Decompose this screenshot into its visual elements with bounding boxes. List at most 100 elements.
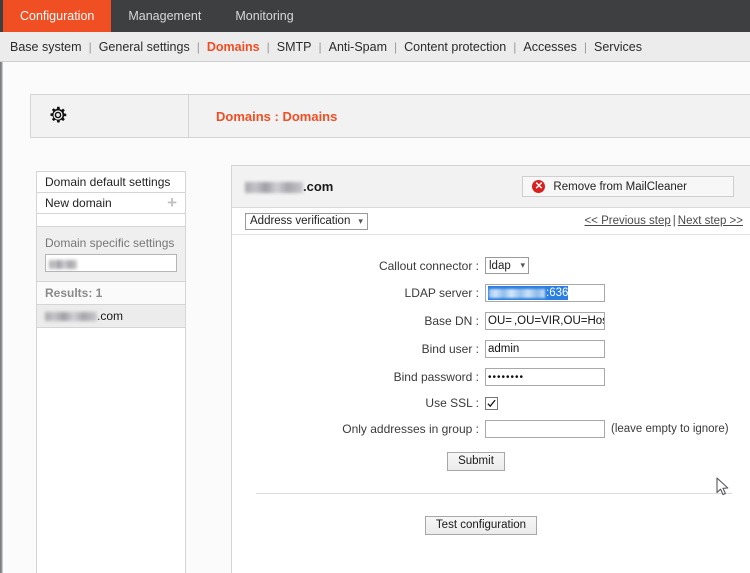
subnav-item-anti-spam[interactable]: Anti-Spam xyxy=(329,40,387,54)
submit-row: Submit xyxy=(202,452,750,471)
base-dn-label: Base DN : xyxy=(424,314,479,328)
bind-user-input[interactable]: admin xyxy=(485,340,605,358)
subnav-item-domains[interactable]: Domains xyxy=(207,40,260,54)
address-verification-form: Callout connector : ldap ▾ LDAP server :… xyxy=(232,235,750,535)
test-configuration-button[interactable]: Test configuration xyxy=(424,516,538,535)
domain-header: .com ✕ Remove from MailCleaner xyxy=(232,166,750,208)
step-select-value: Address verification xyxy=(250,215,351,227)
group-input[interactable] xyxy=(485,420,605,438)
checkmark-icon xyxy=(487,399,496,407)
domain-name-redacted xyxy=(45,312,97,322)
base-dn-prefix: OU= xyxy=(488,315,512,327)
page-header-strip: Domains : Domains xyxy=(30,94,750,138)
chevron-down-icon: ▾ xyxy=(358,215,363,226)
form-row-use-ssl: Use SSL : xyxy=(232,396,750,410)
subnav-separator: | xyxy=(318,39,322,54)
gear-icon xyxy=(47,104,69,129)
sidebar-spacer xyxy=(37,214,185,227)
ldap-server-label: LDAP server : xyxy=(404,286,479,300)
content-panel: .com ✕ Remove from MailCleaner Address v… xyxy=(231,165,750,573)
chevron-down-icon: ▾ xyxy=(520,260,525,270)
next-step-link[interactable]: Next step >> xyxy=(678,215,743,227)
base-dn-input[interactable]: OU= ,OU=VIR,OU=Host xyxy=(485,312,605,330)
subnav-item-accesses[interactable]: Accesses xyxy=(523,40,577,54)
bind-user-control: admin xyxy=(485,340,605,358)
remove-button-label: Remove from MailCleaner xyxy=(553,180,687,193)
callout-connector-label: Callout connector : xyxy=(378,258,479,273)
remove-circle-icon: ✕ xyxy=(532,180,546,193)
bind-user-label: Bind user : xyxy=(421,342,479,356)
subnav-item-general-settings[interactable]: General settings xyxy=(99,40,190,54)
form-row-base-dn: Base DN : OU= ,OU=VIR,OU=Host xyxy=(232,312,750,330)
page-root: Configuration Management Monitoring Base… xyxy=(0,0,750,573)
current-domain-suffix: .com xyxy=(303,179,334,194)
tab-management[interactable]: Management xyxy=(111,0,218,32)
bind-password-input[interactable]: •••••••• xyxy=(485,368,605,386)
domain-search-value-redacted xyxy=(49,260,77,270)
form-row-callout-connector: Callout connector : ldap ▾ xyxy=(232,257,750,274)
remove-from-mailcleaner-button[interactable]: ✕ Remove from MailCleaner xyxy=(522,176,734,197)
subnav-separator: | xyxy=(393,39,398,54)
ldap-server-input[interactable]: :636 xyxy=(485,284,605,302)
gear-icon-cell xyxy=(31,95,189,137)
top-navigation-bar: Configuration Management Monitoring xyxy=(0,0,750,32)
plus-icon[interactable]: + xyxy=(167,194,179,211)
callout-connector-control: ldap ▾ xyxy=(485,257,529,274)
bind-password-control: •••••••• xyxy=(485,368,605,386)
sidebar-empty-area xyxy=(37,328,185,573)
domain-search-input[interactable] xyxy=(45,254,177,272)
page-title: Domains : Domains xyxy=(216,108,338,124)
bind-password-label: Bind password : xyxy=(393,370,479,384)
form-row-bind-password: Bind password : •••••••• xyxy=(232,368,750,386)
current-domain-name: .com xyxy=(245,179,333,194)
sidebar-item-domain-default-settings[interactable]: Domain default settings xyxy=(37,172,185,193)
form-row-ldap-server: LDAP server : :636 xyxy=(232,284,750,302)
page-title-cell: Domains : Domains xyxy=(189,95,337,137)
group-label: Only addresses in group : xyxy=(342,422,479,436)
subnav-item-base-system[interactable]: Base system xyxy=(10,40,82,54)
step-bar: Address verification ▾ << Previous step |… xyxy=(232,208,750,235)
test-configuration-row: Test configuration xyxy=(212,516,750,535)
sidebar-domain-item[interactable]: .com xyxy=(37,305,185,328)
mouse-cursor xyxy=(716,477,730,500)
use-ssl-checkbox[interactable] xyxy=(485,396,498,410)
form-row-bind-user: Bind user : admin xyxy=(232,340,750,358)
current-domain-redacted xyxy=(245,182,303,194)
step-links: << Previous step | Next step >> xyxy=(584,215,743,227)
use-ssl-control xyxy=(485,396,498,410)
section-divider xyxy=(256,493,732,494)
sidebar-item-label: New domain xyxy=(45,196,112,210)
sidebar-item-new-domain[interactable]: New domain + xyxy=(37,193,185,214)
submit-button[interactable]: Submit xyxy=(447,452,505,471)
subnav-separator: | xyxy=(583,39,588,54)
use-ssl-label: Use SSL : xyxy=(425,396,479,410)
subnav-separator: | xyxy=(266,39,270,54)
tab-configuration[interactable]: Configuration xyxy=(3,0,112,32)
bind-password-value: •••••••• xyxy=(488,371,525,383)
step-select[interactable]: Address verification ▾ xyxy=(245,212,368,230)
sidebar-search-panel: Domain specific settings xyxy=(37,227,185,281)
bind-user-value: admin xyxy=(488,343,520,355)
subnav-separator: | xyxy=(88,39,92,54)
base-dn-control: OU= ,OU=VIR,OU=Host xyxy=(485,312,605,330)
ldap-server-ip-redacted xyxy=(489,288,545,298)
sidebar-item-label: Domain default settings xyxy=(45,175,171,189)
subnav-item-smtp[interactable]: SMTP xyxy=(277,40,312,54)
group-hint: (leave empty to ignore) xyxy=(611,423,729,435)
form-row-only-addresses-in-group: Only addresses in group : (leave empty t… xyxy=(232,420,750,438)
group-control: (leave empty to ignore) xyxy=(485,420,729,438)
subnav-item-services[interactable]: Services xyxy=(594,40,642,54)
domain-name-suffix: .com xyxy=(97,309,124,323)
callout-connector-select[interactable]: ldap ▾ xyxy=(485,257,529,274)
sidebar-section-label: Domain specific settings xyxy=(37,227,185,254)
subnav-separator: | xyxy=(196,39,200,54)
tab-monitoring[interactable]: Monitoring xyxy=(218,0,310,32)
base-dn-suffix: ,OU=VIR,OU=Host xyxy=(513,315,605,327)
top-tab-list: Configuration Management Monitoring xyxy=(0,0,750,32)
subnav-item-content-protection[interactable]: Content protection xyxy=(404,40,506,54)
ldap-server-port: :636 xyxy=(546,287,569,299)
sidebar: Domain default settings New domain + Dom… xyxy=(36,171,186,573)
previous-step-link[interactable]: << Previous step xyxy=(584,215,670,227)
callout-connector-value: ldap xyxy=(489,259,511,272)
step-link-separator: | xyxy=(672,215,676,227)
